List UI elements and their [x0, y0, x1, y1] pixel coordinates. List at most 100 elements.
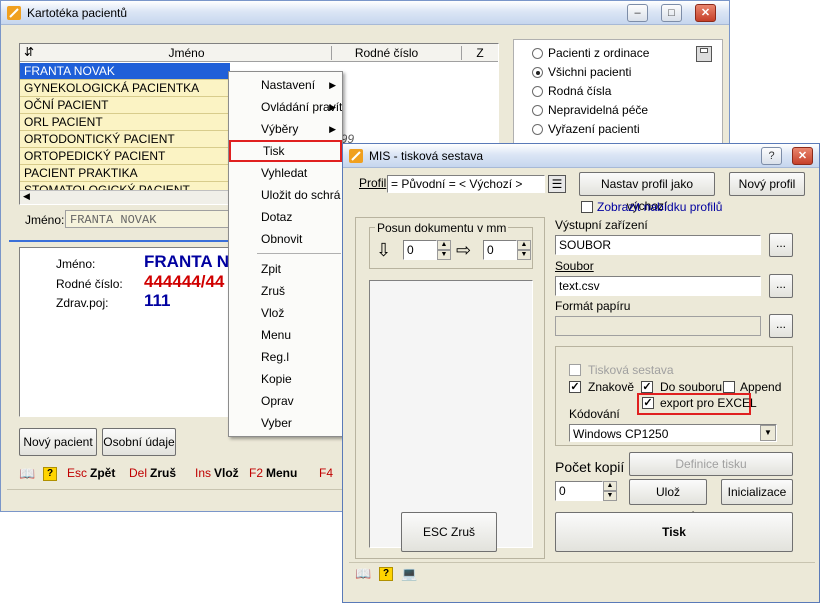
menu-item-label: Výběry — [261, 122, 299, 136]
menu-item[interactable]: Zruš — [229, 280, 342, 302]
dialog-book-icon[interactable]: 📖 — [355, 566, 371, 582]
profile-label: Profil — [359, 176, 387, 190]
cancel-button[interactable]: ESC Zruš — [401, 512, 497, 552]
menu-item[interactable]: Zpit — [229, 258, 342, 280]
menu-item[interactable]: Výběry ▶ — [229, 118, 342, 140]
menu-item[interactable]: Nastavení ▶ — [229, 74, 342, 96]
profile-field[interactable]: = Původní = < Výchozí > — [387, 175, 545, 193]
function-key[interactable]: F2 Menu — [249, 466, 297, 480]
help-icon[interactable]: ? — [43, 467, 57, 481]
output-device-label: Výstupní zařízení — [555, 218, 648, 232]
menu-item[interactable]: Uložit do schrá — [229, 184, 342, 206]
shift-down-spinner[interactable]: 0 ▲ ▼ — [403, 240, 451, 260]
chars-checkbox[interactable]: ✓ — [569, 381, 581, 393]
menu-item[interactable]: Tisk — [229, 140, 342, 162]
menu-item[interactable]: Vyhledat — [229, 162, 342, 184]
computer-icon[interactable]: 💻 — [401, 566, 417, 582]
menu-item-label: Nastavení — [261, 78, 316, 92]
output-device-field[interactable]: SOUBOR — [555, 235, 761, 255]
filter-radio[interactable] — [532, 105, 543, 116]
excel-export-checkbox[interactable]: ✓ — [642, 397, 654, 409]
table-row[interactable]: OČNÍ PACIENT — [20, 97, 230, 114]
save-icon[interactable] — [696, 46, 712, 62]
filter-radio[interactable] — [532, 67, 543, 78]
menu-item[interactable]: Ovládání pravítka▶ — [229, 96, 342, 118]
menu-item[interactable]: Dotaz — [229, 206, 342, 228]
function-key[interactable]: Ins Vlož — [195, 466, 239, 480]
function-key[interactable]: Esc Zpět — [67, 466, 115, 480]
encoding-select[interactable]: Windows CP1250 ▼ — [569, 424, 777, 442]
chevron-down-icon[interactable]: ▼ — [760, 425, 776, 441]
row-name: ORTODONTICKÝ PACIENT — [24, 132, 175, 146]
column-z[interactable]: Z — [472, 46, 488, 60]
row-rc: 444444/4444 — [324, 64, 395, 78]
menu-item[interactable]: Reg.l — [229, 346, 342, 368]
function-key-code: Esc — [67, 466, 88, 480]
menu-item[interactable]: Menu — [229, 324, 342, 346]
new-patient-button[interactable]: Nový pacient — [19, 428, 97, 456]
menu-item-label: Oprav — [261, 394, 294, 408]
menu-item[interactable]: Vyber — [229, 412, 342, 434]
menu-item[interactable]: Obnovit — [229, 228, 342, 250]
menu-item-label: Vlož — [261, 306, 285, 320]
filter-radio[interactable] — [532, 124, 543, 135]
row-name: ORTOPEDICKÝ PACIENT — [24, 149, 166, 163]
dialog-title-bar[interactable]: MIS - tisková sestava ? ✕ — [343, 144, 819, 168]
paper-format-browse-button[interactable]: ... — [769, 314, 793, 338]
column-name[interactable]: Jméno — [42, 46, 332, 60]
save-settings-button[interactable]: Ulož nastavení — [629, 479, 707, 523]
table-row[interactable]: ORTODONTICKÝ PACIENT — [20, 131, 230, 148]
book-icon[interactable]: 📖 — [19, 466, 35, 482]
table-row[interactable]: FRANTA NOVAK — [20, 63, 230, 80]
table-row[interactable]: PACIENT PRAKTIKA — [20, 165, 230, 182]
file-browse-button[interactable]: ... — [769, 274, 793, 298]
column-rc[interactable]: Rodné číslo — [312, 46, 462, 60]
show-profiles-label: Zobrazit nabídku profilů — [597, 200, 723, 214]
table-row[interactable]: ORL PACIENT — [20, 114, 230, 131]
print-button[interactable]: Tisk — [555, 512, 793, 552]
function-key[interactable]: Del Zruš — [129, 466, 176, 480]
show-profiles-checkbox[interactable] — [581, 201, 593, 213]
filter-radio[interactable] — [532, 48, 543, 59]
file-field[interactable]: text.csv — [555, 276, 761, 296]
search-field[interactable]: FRANTA NOVAK — [65, 210, 235, 228]
shift-right-spinner[interactable]: 0 ▲ ▼ — [483, 240, 531, 260]
menu-item[interactable]: Oprav — [229, 390, 342, 412]
horizontal-scrollbar[interactable]: ◀ — [20, 190, 250, 204]
output-device-browse-button[interactable]: ... — [769, 233, 793, 257]
close-button[interactable]: ✕ — [695, 4, 716, 22]
file-label: Soubor — [555, 259, 594, 273]
new-profile-button[interactable]: Nový profil — [729, 172, 805, 196]
function-key[interactable]: F4 — [319, 466, 336, 480]
arrow-right-icon: ⇨ — [456, 240, 472, 260]
dialog-help-icon[interactable]: ? — [379, 567, 393, 581]
row-rc — [320, 114, 490, 131]
excel-export-label: export pro EXCEL — [660, 396, 757, 410]
shift-label: Posun dokumentu v mm — [375, 221, 509, 235]
copies-spinner[interactable]: 0 ▲ ▼ — [555, 481, 617, 501]
dialog-help-button[interactable]: ? — [761, 147, 782, 165]
menu-item-label: Kopie — [261, 372, 292, 386]
filter-radio[interactable] — [532, 86, 543, 97]
function-key-code: F2 — [249, 466, 264, 480]
personal-data-button[interactable]: Osobní údaje — [102, 428, 176, 456]
set-default-profile-button[interactable]: Nastav profil jako výchozí — [579, 172, 715, 213]
dialog-close-button[interactable]: ✕ — [792, 147, 813, 165]
menu-item[interactable]: Vlož — [229, 302, 342, 324]
paper-format-field — [555, 316, 761, 336]
to-file-checkbox[interactable]: ✓ — [641, 381, 653, 393]
table-row[interactable]: ORTOPEDICKÝ PACIENT — [20, 148, 230, 165]
scroll-left-icon[interactable]: ◀ — [23, 191, 30, 202]
maximize-button[interactable]: □ — [661, 4, 682, 22]
menu-item[interactable]: Kopie — [229, 368, 342, 390]
main-title-bar[interactable]: Kartotéka pacientů – □ ✕ — [1, 1, 729, 25]
profile-list-icon[interactable]: ☰ — [548, 175, 566, 193]
menu-item-label: Zruš — [261, 284, 285, 298]
initialize-button[interactable]: Inicializace — [721, 479, 793, 505]
to-file-label: Do souboru — [660, 380, 723, 394]
encoding-label: Kódování — [569, 407, 620, 421]
minimize-button[interactable]: – — [627, 4, 648, 22]
append-checkbox[interactable] — [723, 381, 735, 393]
sort-icon[interactable]: ⇵ — [24, 45, 34, 59]
table-row[interactable]: GYNEKOLOGICKÁ PACIENTKA — [20, 80, 230, 97]
